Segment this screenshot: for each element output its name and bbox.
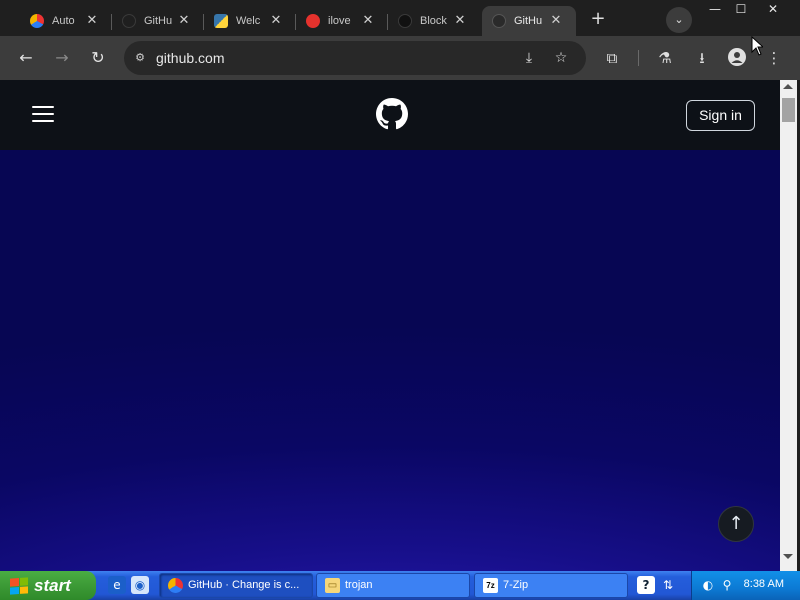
folder-icon: ▭ — [325, 578, 340, 593]
close-icon[interactable]: ✕ — [268, 12, 284, 28]
toolbar-separator — [638, 50, 639, 66]
tab-label: Block — [420, 15, 447, 27]
tab-github-active[interactable]: GitHu ✕ — [482, 6, 576, 36]
help-icon[interactable]: ? — [637, 576, 655, 594]
close-icon[interactable]: ✕ — [176, 12, 192, 28]
7zip-icon: 7z — [483, 578, 498, 593]
mouse-cursor-icon — [751, 36, 763, 56]
start-button[interactable]: start — [0, 571, 96, 600]
site-info-icon[interactable]: ⚙ — [132, 50, 148, 66]
tab-search-button[interactable]: ⌄ — [666, 7, 692, 33]
task-label: 7-Zip — [503, 579, 529, 591]
install-app-icon[interactable]: ⤓ — [520, 49, 538, 67]
menu-icon[interactable] — [32, 106, 54, 122]
browser-window: Auto ✕ GitHu ✕ Welc ✕ ilove ✕ Block ✕ Gi… — [0, 0, 800, 571]
scroll-down-arrow-icon[interactable] — [783, 554, 793, 559]
maximize-button[interactable]: ☐ — [726, 0, 756, 20]
tab-github-1[interactable]: GitHu ✕ — [112, 6, 204, 36]
github-header: Sign in — [0, 80, 780, 150]
page-scrollbar[interactable] — [780, 80, 797, 571]
taskbar-item-github[interactable]: GitHub · Change is c... — [159, 573, 313, 598]
network-icon[interactable]: ◐ — [700, 577, 716, 593]
tab-label: ilove — [328, 15, 351, 27]
tab-ilovepdf[interactable]: ilove ✕ — [296, 6, 388, 36]
new-tab-button[interactable]: + — [588, 9, 608, 29]
tab-label: Auto — [52, 15, 75, 27]
internet-explorer-icon[interactable]: e — [108, 576, 126, 594]
github-icon — [122, 14, 136, 28]
tab-auto[interactable]: Auto ✕ — [20, 6, 112, 36]
url-text[interactable]: github.com — [156, 50, 224, 66]
browser-toolbar: ← → ↻ ⚙ github.com ⤓ ☆ ⧉ ⚗ ⭳ ⋮ — [0, 36, 800, 80]
windows-logo-icon — [10, 577, 28, 595]
github-logo-icon[interactable] — [376, 98, 408, 130]
clock: 8:38 AM — [743, 578, 784, 590]
close-icon[interactable]: ✕ — [84, 12, 100, 28]
taskbar-scroll-icon[interactable]: ⇅ — [659, 576, 677, 594]
back-button[interactable]: ← — [14, 46, 38, 70]
github-icon — [492, 14, 506, 28]
close-icon[interactable]: ✕ — [548, 12, 564, 28]
download-icon[interactable]: ⭳ — [692, 48, 712, 68]
scrollbar-thumb[interactable] — [782, 98, 795, 122]
search-icon[interactable]: ⚲ — [719, 577, 735, 593]
scroll-up-arrow-icon[interactable] — [783, 84, 793, 89]
forward-button[interactable]: → — [50, 46, 74, 70]
tab-block[interactable]: Block ✕ — [388, 6, 480, 36]
taskbar-item-7zip[interactable]: 7z 7-Zip — [474, 573, 628, 598]
more-menu-icon[interactable]: ⋮ — [764, 48, 784, 68]
start-label: start — [34, 576, 71, 595]
chrome-icon — [168, 578, 183, 593]
extensions-icon[interactable]: ⧉ — [602, 48, 622, 68]
webpage-content: Sign in ↑ — [0, 80, 780, 571]
tab-label: GitHu — [144, 15, 172, 27]
system-tray: ◐ ⚲ 8:38 AM — [691, 571, 800, 600]
python-icon — [214, 14, 228, 28]
close-window-button[interactable]: ✕ — [758, 0, 788, 20]
sign-in-button[interactable]: Sign in — [686, 100, 755, 131]
address-bar[interactable]: ⚙ github.com ⤓ ☆ — [124, 41, 586, 75]
show-desktop-icon[interactable]: ◉ — [131, 576, 149, 594]
taskbar-item-trojan[interactable]: ▭ trojan — [316, 573, 470, 598]
tab-label: Welc — [236, 15, 261, 27]
bookmark-star-icon[interactable]: ☆ — [552, 49, 570, 67]
close-icon[interactable]: ✕ — [452, 12, 468, 28]
task-label: trojan — [345, 579, 373, 591]
task-label: GitHub · Change is c... — [188, 579, 300, 591]
taskbar: start e ◉ GitHub · Change is c... ▭ troj… — [0, 571, 800, 600]
tab-python-welcome[interactable]: Welc ✕ — [204, 6, 296, 36]
chrome-dev-icon — [30, 14, 44, 28]
github-icon — [398, 14, 412, 28]
scroll-to-top-button[interactable]: ↑ — [718, 506, 754, 542]
tab-label: GitHu — [514, 15, 542, 27]
tab-strip: Auto ✕ GitHu ✕ Welc ✕ ilove ✕ Block ✕ Gi… — [0, 0, 800, 36]
close-icon[interactable]: ✕ — [360, 12, 376, 28]
ilovepdf-icon — [306, 14, 320, 28]
reload-button[interactable]: ↻ — [86, 46, 110, 70]
profile-icon[interactable] — [727, 48, 747, 68]
labs-flask-icon[interactable]: ⚗ — [655, 48, 675, 68]
